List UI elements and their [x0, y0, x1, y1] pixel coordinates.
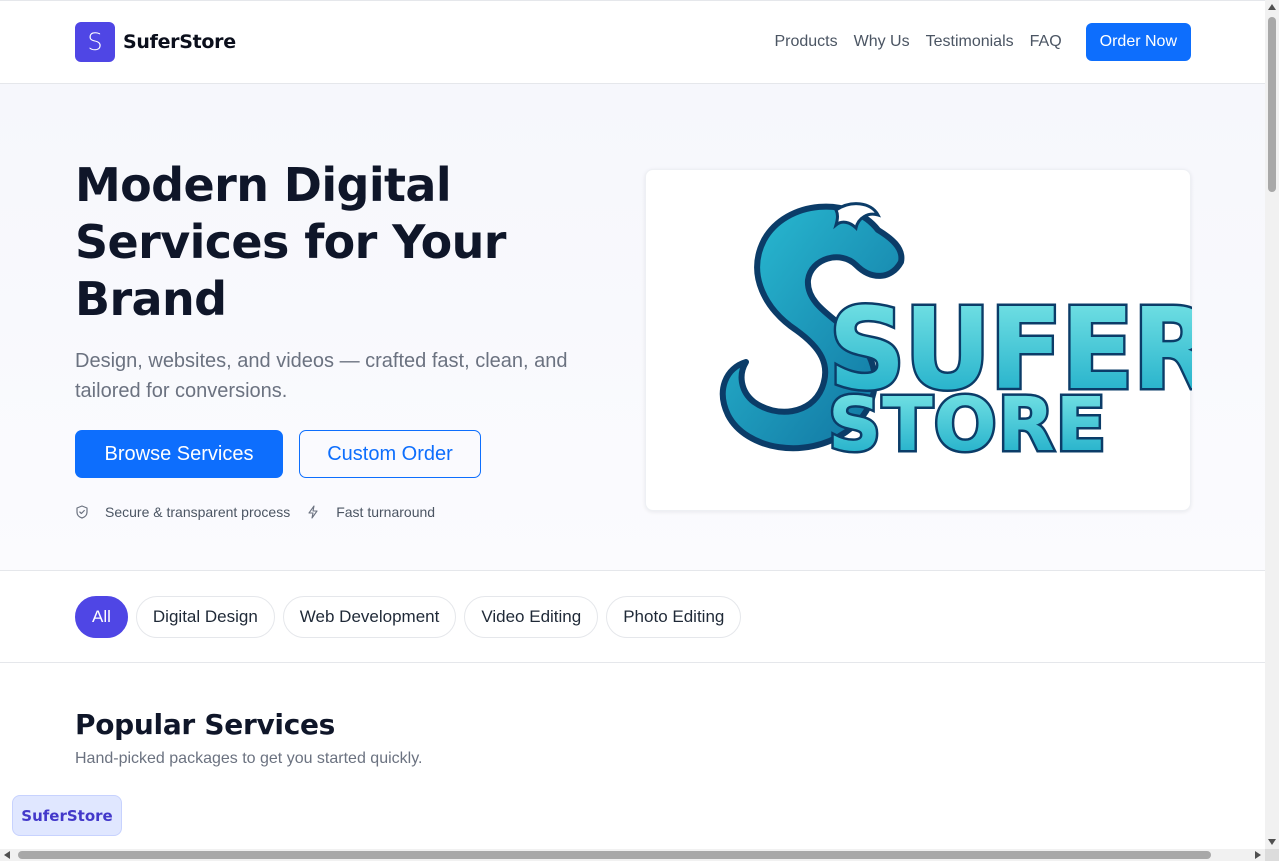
scrollbar-corner	[1265, 849, 1279, 861]
browse-services-button[interactable]: Browse Services	[75, 430, 283, 478]
popular-services-subtitle: Hand-picked packages to get you started …	[75, 750, 423, 767]
hero-logo-card: SUFER STORE	[645, 169, 1218, 511]
vertical-scrollbar[interactable]	[1265, 0, 1279, 849]
hero-section: Modern Digital Services for Your Brand D…	[0, 84, 1265, 571]
brand-link[interactable]: S SuferStore	[75, 22, 236, 62]
nav-link-faq[interactable]: FAQ	[1030, 33, 1062, 51]
vertical-scroll-thumb[interactable]	[1268, 17, 1276, 192]
category-filter-bar: All Digital Design Web Development Video…	[0, 572, 1265, 663]
lightning-icon	[306, 505, 320, 519]
filter-chip-photo-editing[interactable]: Photo Editing	[606, 596, 742, 638]
scroll-up-arrow-icon[interactable]	[1268, 4, 1276, 10]
floating-brand-badge[interactable]: SuferStore	[12, 795, 122, 836]
custom-order-button[interactable]: Custom Order	[299, 430, 481, 478]
note-fast-text: Fast turnaround	[336, 504, 436, 520]
filter-chip-all[interactable]: All	[75, 596, 128, 638]
filter-chips: All Digital Design Web Development Video…	[75, 596, 742, 638]
horizontal-scrollbar[interactable]	[0, 849, 1265, 861]
popular-services-title: Popular Services	[75, 708, 336, 741]
hero-subtitle: Design, websites, and videos — crafted f…	[75, 350, 568, 402]
filter-chip-video-editing[interactable]: Video Editing	[464, 596, 599, 638]
filter-chip-digital-design[interactable]: Digital Design	[135, 596, 275, 638]
logo-text-store: STORE	[828, 382, 1107, 468]
nav-link-products[interactable]: Products	[774, 33, 837, 51]
brand-logo-mark: S	[75, 22, 115, 62]
scroll-left-arrow-icon[interactable]	[4, 851, 10, 859]
note-secure-text: Secure & transparent process	[105, 504, 291, 520]
site-header: S SuferStore Products Why Us Testimonial…	[0, 1, 1265, 84]
hero-title: Modern Digital Services for Your Brand	[75, 158, 506, 326]
brand-name: SuferStore	[123, 31, 236, 53]
scroll-down-arrow-icon[interactable]	[1268, 839, 1276, 845]
order-now-button[interactable]: Order Now	[1085, 23, 1191, 61]
horizontal-scroll-thumb[interactable]	[18, 851, 1211, 859]
main-nav: Products Why Us Testimonials FAQ Order N…	[774, 23, 1191, 61]
nav-link-why-us[interactable]: Why Us	[854, 33, 910, 51]
scroll-right-arrow-icon[interactable]	[1255, 851, 1261, 859]
page-viewport: S SuferStore Products Why Us Testimonial…	[0, 0, 1265, 849]
hero-trust-notes: Secure & transparent process Fast turnar…	[75, 504, 451, 520]
nav-link-testimonials[interactable]: Testimonials	[926, 33, 1014, 51]
suferstore-wave-logo: SUFER STORE	[719, 202, 1218, 471]
shield-icon	[75, 505, 89, 519]
filter-chip-web-development[interactable]: Web Development	[282, 596, 457, 638]
